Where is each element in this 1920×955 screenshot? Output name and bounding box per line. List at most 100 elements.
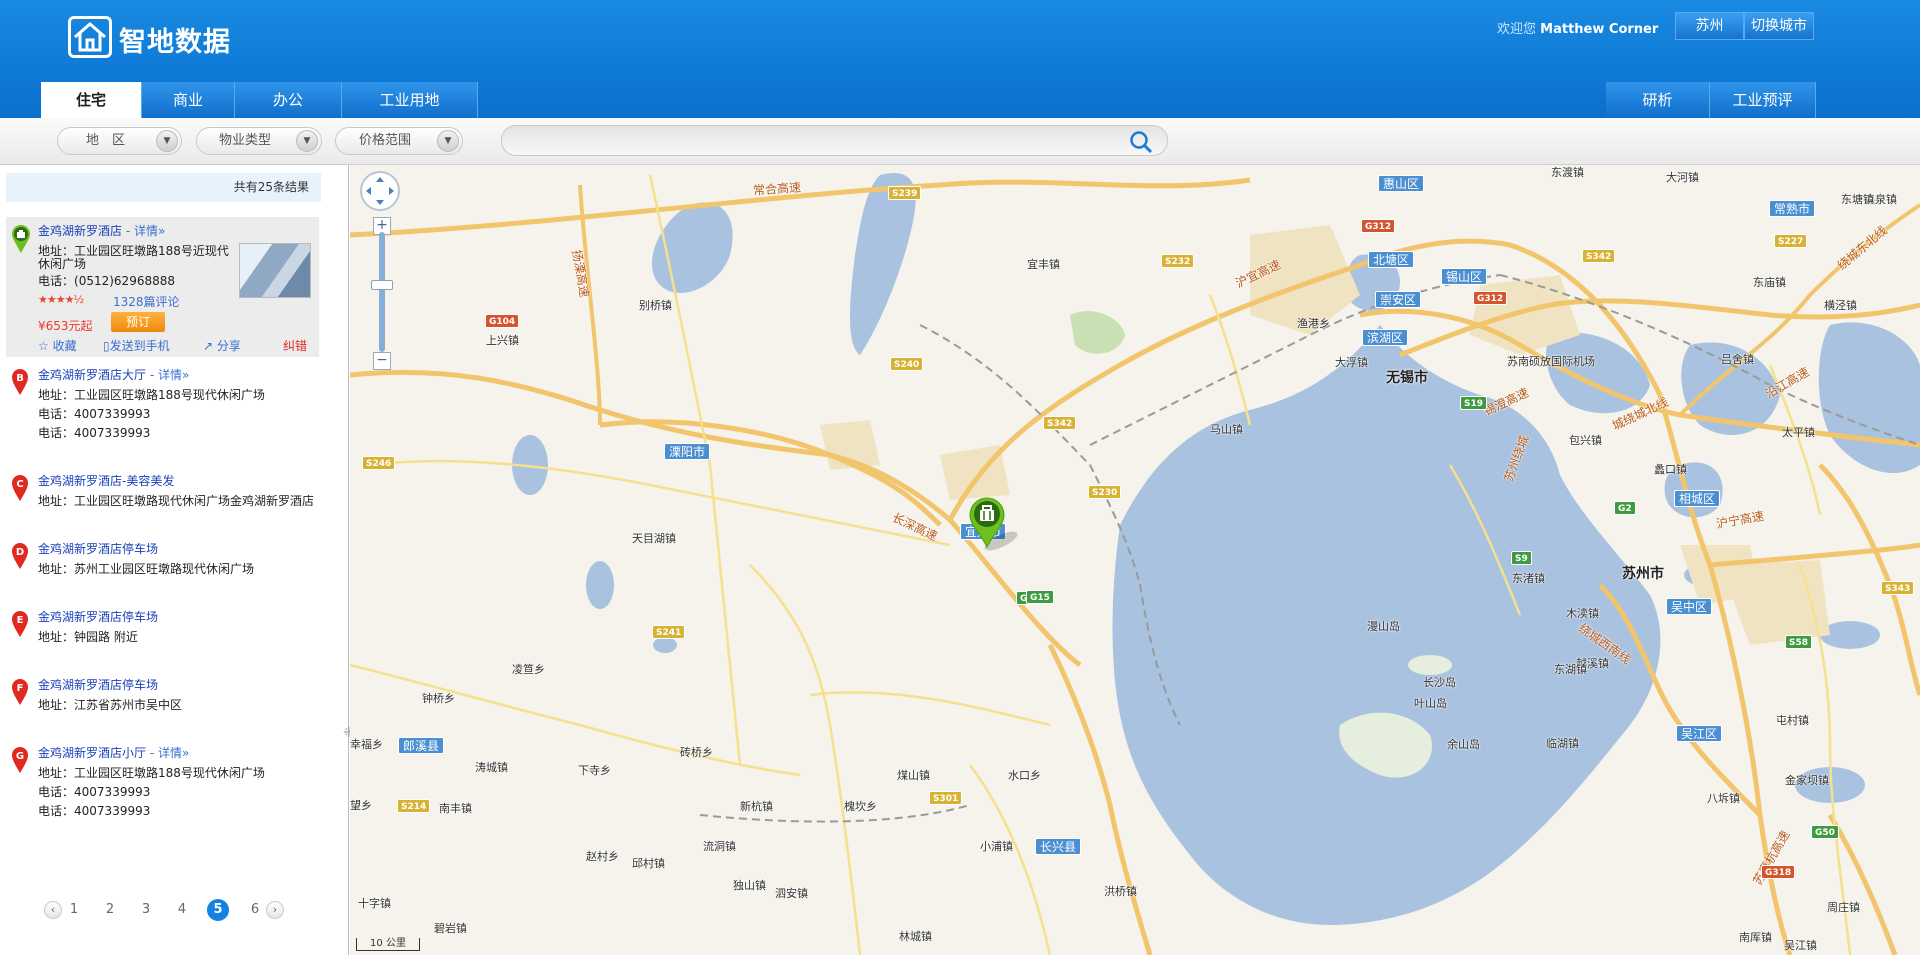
road-shield: S246 [362,456,396,470]
selected-hotel-map-marker[interactable] [967,497,1027,556]
phone-label: 电话： [38,407,75,421]
result-address: 地址：工业园区旺墩路188号现代休闲广场 [38,386,265,403]
map-label-road: 常合高速 [752,180,802,198]
map-label-town: 邱村镇 [632,857,665,870]
result-title[interactable]: 金鸡湖新罗酒店小厅 - 详情» [38,744,189,761]
switch-city-button[interactable]: 切换城市 [1744,12,1814,40]
result-title[interactable]: 金鸡湖新罗酒店停车场 [38,676,158,693]
road-shield: S214 [397,799,431,813]
map-label-town: 东渡镇 [1551,166,1584,179]
page-5-current[interactable]: 5 [207,899,229,921]
result-phone: 电话：4007339993 [38,424,150,441]
map-label-town: 煤山镇 [897,769,930,782]
result-title-text[interactable]: 金鸡湖新罗酒店大厅 [38,368,146,382]
reviews-link[interactable]: 1328篇评论 [113,293,180,310]
address-label: 地址： [38,494,75,508]
map-label-town: 凌笪乡 [512,663,545,676]
marker-g-icon: G [11,746,29,777]
zoom-out-button[interactable]: − [373,352,391,370]
zoom-slider-handle[interactable] [371,280,393,290]
result-title-text[interactable]: 金鸡湖新罗酒店小厅 [38,746,146,760]
tab-residential[interactable]: 住宅 [41,82,142,118]
rating-stars: ★★★★½ [38,293,84,306]
tab-office[interactable]: 办公 [235,82,342,118]
map-label-town: 吕舍镇 [1721,353,1754,366]
tab-research[interactable]: 研析 [1606,82,1710,118]
favorite-link[interactable]: ☆ 收藏 [38,337,77,354]
detail-link[interactable]: - 详情» [150,368,190,382]
page-6-link[interactable]: 6 [247,899,263,921]
page-1-link[interactable]: 1 [66,899,82,921]
result-title-text[interactable]: 金鸡湖新罗酒店 [38,224,122,238]
map-label-city: 崇安区 [1375,291,1422,308]
prev-page-button[interactable]: ‹ [44,901,62,919]
star-icon: ☆ [38,339,49,353]
marker-letter: D [16,547,24,558]
property-type-dropdown[interactable]: 物业类型 ▼ [196,127,322,155]
map-label-town: 槐坎乡 [844,800,877,813]
phone-value: 4007339993 [74,426,151,440]
result-title[interactable]: 金鸡湖新罗酒店停车场 [38,540,158,557]
next-page-button[interactable]: › [266,901,284,919]
map-label-town: 天目湖镇 [632,532,676,545]
tab-commercial[interactable]: 商业 [142,82,235,118]
tab-industrial-evaluation[interactable]: 工业预评 [1710,82,1816,118]
address-value: 工业园区旺墩路188号现代休闲广场 [74,388,265,402]
report-error-link[interactable]: 纠错 [283,337,307,354]
price-range-dropdown[interactable]: 价格范围 ▼ [335,127,463,155]
marker-letter: E [17,615,24,626]
road-shield: S342 [1582,249,1616,263]
map-label-city: 滨湖区 [1362,329,1409,346]
result-title[interactable]: 金鸡湖新罗酒店大厅 - 详情» [38,366,189,383]
map-label-town: 小浦镇 [980,840,1013,853]
page-4-link[interactable]: 4 [174,899,190,921]
search-input[interactable] [501,125,1168,156]
result-title[interactable]: 金鸡湖新罗酒店 - 详情» [38,222,165,239]
zoom-slider-track[interactable] [379,232,385,352]
current-city-button[interactable]: 苏州 [1675,12,1744,40]
book-button[interactable]: 预订 [111,312,165,332]
logo-text[interactable]: 智地数据 [119,20,231,59]
map-pan-control[interactable] [360,171,400,211]
map-label-major-city: 苏州市 [1622,566,1664,582]
result-title[interactable]: 金鸡湖新罗酒店停车场 [38,608,158,625]
page-3-link[interactable]: 3 [138,899,154,921]
address-value: 工业园区旺墩路188号近现代 [74,244,229,258]
user-name[interactable]: Matthew Corner [1540,22,1658,37]
detail-link[interactable]: - 详情» [150,746,190,760]
map-label-town: 屯村镇 [1776,714,1809,727]
phone-label: 电话： [38,804,75,818]
map-view[interactable]: + − 溧阳市 宜兴市 郎溪县 长兴县 惠山区 北塘区 锡山区 崇安区 滨湖区 … [350,165,1920,955]
map-label-town: 临湖镇 [1546,737,1579,750]
result-address: 地址：江苏省苏州市吴中区 [38,696,182,713]
results-panel: 共有25条结果 金鸡湖新罗酒店 - 详情» 地址：工业园区旺墩路188号近现代 … [0,165,355,955]
tab-industrial-land[interactable]: 工业用地 [342,82,478,118]
map-label-town: 横泾镇 [1824,299,1857,312]
road-shield: G2 [1614,501,1636,515]
share-link[interactable]: ↗ 分享 [203,337,241,354]
marker-d-icon: D [11,542,29,573]
result-phone: 电话：4007339993 [38,802,150,819]
map-scale-bar: 10 公里 [356,938,420,951]
result-phone: 电话：4007339993 [38,405,150,422]
map-label-town: 八坼镇 [1707,792,1740,805]
search-icon[interactable] [1128,130,1154,154]
top-header: 智地数据 欢迎您 Matthew Corner 苏州 切换城市 住宅 商业 办公… [0,0,1920,118]
map-label-town: 钟桥乡 [422,692,455,705]
result-title[interactable]: 金鸡湖新罗酒店-美容美发 [38,472,174,489]
page-2-link[interactable]: 2 [102,899,118,921]
region-dropdown[interactable]: 地 区 ▼ [57,127,182,155]
send-to-phone-link[interactable]: ▯发送到手机 [103,337,170,354]
hotel-thumbnail[interactable] [239,243,311,298]
road-shield: S232 [1161,254,1195,268]
logo-house-icon[interactable] [68,16,112,58]
map-label-town: 砖桥乡 [680,746,713,759]
welcome-message: 欢迎您 Matthew Corner [1497,18,1658,37]
road-shield: S240 [890,357,924,371]
detail-link[interactable]: - 详情» [126,224,166,238]
map-label-town: 望乡 [350,799,372,812]
map-label-town: 渔港乡 [1297,317,1330,330]
address-label: 地址： [38,766,75,780]
map-label-town: 叶山岛 [1414,697,1447,710]
share-label: 分享 [216,339,241,353]
